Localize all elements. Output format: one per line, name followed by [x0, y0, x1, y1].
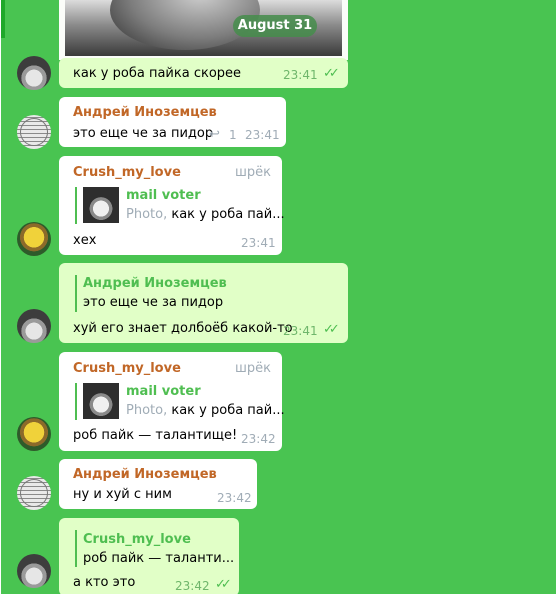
avatar[interactable]: [17, 417, 51, 451]
reply-photo-thumbnail: [83, 383, 119, 419]
message-time: 23:42: [241, 432, 276, 446]
message-bubble[interactable]: Crush_my_love роб пайк — таланти... а кт…: [59, 518, 239, 594]
message-bubble[interactable]: Crush_my_love шрёк mail voter Photo, как…: [59, 352, 285, 451]
message-text: роб пайк — талантище!: [73, 428, 238, 443]
reply-preview-text: как у роба пай...: [171, 207, 285, 222]
message-text: ну и хуй с ним: [73, 487, 172, 502]
message-bubble[interactable]: как у роба пайка скорее 23:41 ✓✓: [59, 58, 348, 88]
message-bubble[interactable]: Андрей Иноземцев это еще че за пидор хуй…: [59, 263, 348, 343]
avatar[interactable]: [17, 309, 51, 343]
reply-photo-label: Photo,: [126, 207, 168, 222]
message-time: 23:41: [283, 68, 318, 82]
reply-photo-label: Photo,: [126, 403, 168, 418]
reply-sender-name[interactable]: mail voter: [126, 188, 201, 203]
chat-history[interactable]: August 31 как у роба пайка скорее 23:41 …: [1, 0, 556, 594]
message-bubble[interactable]: Андрей Иноземцев ну и хуй с ним 23:42: [59, 459, 257, 509]
sender-name[interactable]: Crush_my_love: [73, 165, 181, 180]
reply-arrow-icon[interactable]: ↩: [209, 127, 220, 142]
reply-sender-name[interactable]: Crush_my_love: [83, 532, 191, 547]
message-text: хуй его знает долбоёб какой-то: [73, 321, 293, 336]
avatar[interactable]: [17, 476, 51, 510]
reply-preview-text[interactable]: это еще че за пидор: [83, 295, 223, 310]
sender-name[interactable]: Андрей Иноземцев: [73, 467, 217, 482]
reply-bar: [75, 383, 77, 420]
reply-preview[interactable]: Photo, как у роба пай...: [126, 403, 285, 418]
admin-tag: шрёк: [235, 361, 271, 376]
message-bubble[interactable]: Андрей Иноземцев это еще че за пидор ↩ 1…: [59, 97, 286, 147]
message-text: а кто это: [73, 575, 136, 590]
message-time: 23:41: [241, 236, 276, 250]
message-time: 23:41: [245, 128, 280, 142]
unread-indicator: [1, 0, 5, 38]
reply-bar: [75, 530, 77, 567]
reply-preview-text[interactable]: роб пайк — таланти...: [83, 551, 234, 566]
double-check-icon: ✓✓: [323, 322, 340, 337]
reply-preview-text: как у роба пай...: [171, 403, 285, 418]
avatar[interactable]: [17, 554, 51, 588]
avatar[interactable]: [17, 222, 51, 256]
message-text: как у роба пайка скорее: [73, 66, 242, 81]
avatar[interactable]: [17, 56, 51, 90]
sender-name[interactable]: Crush_my_love: [73, 361, 181, 376]
message-bubble[interactable]: Crush_my_love шрёк mail voter Photo, как…: [59, 156, 285, 255]
reply-sender-name[interactable]: Андрей Иноземцев: [83, 276, 227, 291]
reply-bar: [75, 275, 77, 312]
avatar[interactable]: [17, 115, 51, 149]
message-text: это еще че за пидор: [73, 126, 214, 141]
double-check-icon: ✓✓: [323, 66, 340, 81]
message-time: 23:41: [283, 324, 318, 338]
reply-preview[interactable]: Photo, как у роба пай...: [126, 207, 285, 222]
reply-sender-name[interactable]: mail voter: [126, 384, 201, 399]
double-check-icon: ✓✓: [215, 577, 232, 592]
message-time: 23:42: [175, 579, 210, 593]
reply-count: 1: [229, 128, 237, 142]
reply-bar: [75, 187, 77, 224]
date-badge: August 31: [233, 15, 317, 37]
admin-tag: шрёк: [235, 165, 271, 180]
message-time: 23:42: [217, 491, 252, 505]
reply-photo-thumbnail: [83, 187, 119, 223]
message-text: хех: [73, 233, 97, 248]
sender-name[interactable]: Андрей Иноземцев: [73, 105, 217, 120]
